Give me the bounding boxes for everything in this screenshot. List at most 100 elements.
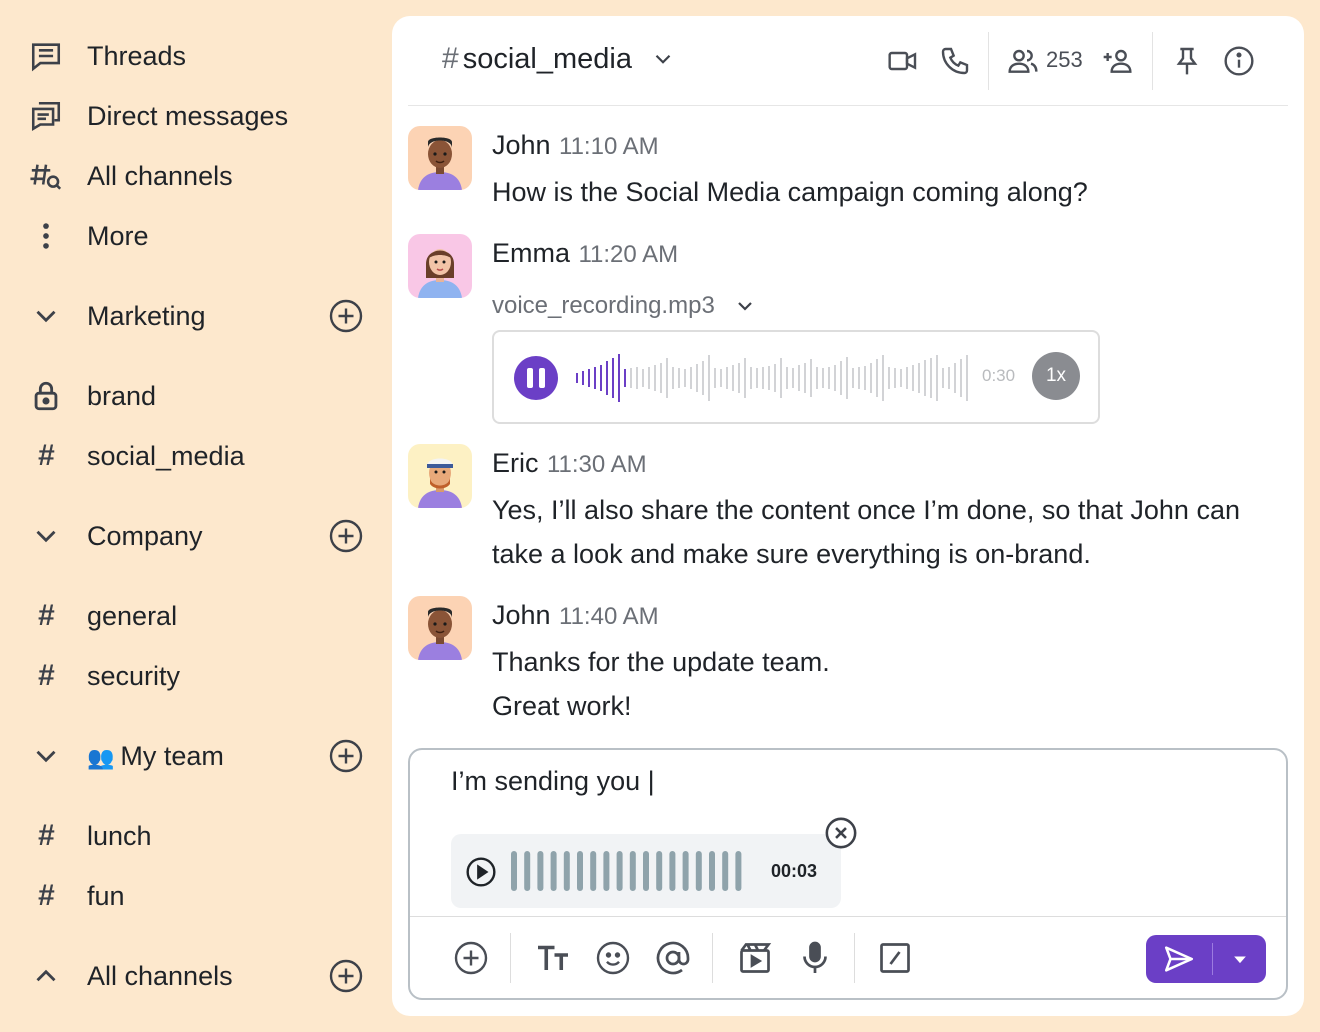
waveform-bar: [669, 851, 676, 891]
waveform-bar: [603, 851, 610, 891]
waveform-bar: [616, 851, 623, 891]
waveform-bar: [594, 367, 596, 389]
add-member-icon[interactable]: [1100, 44, 1134, 78]
channel-title[interactable]: # social_media: [442, 42, 676, 76]
sidebar-item-label: All channels: [87, 160, 233, 191]
section-my-team[interactable]: 👥 My team: [28, 736, 368, 776]
waveform-bar: [563, 851, 570, 891]
waveform-bar: [672, 367, 674, 389]
waveform-bar: [678, 368, 680, 388]
author-name[interactable]: John: [492, 600, 551, 630]
composer-input[interactable]: I’m sending you |: [451, 766, 655, 797]
channel-label: fun: [87, 880, 125, 911]
timestamp: 11:30 AM: [546, 451, 647, 478]
waveform-bar: [629, 851, 636, 891]
section-company[interactable]: Company: [28, 516, 368, 556]
add-channel-button[interactable]: [328, 738, 364, 774]
slash-command-icon[interactable]: [876, 939, 914, 977]
chevron-down-icon[interactable]: [733, 294, 757, 318]
message: John 11:10 AM How is the Social Media ca…: [408, 126, 1288, 216]
microphone-icon[interactable]: [796, 939, 834, 977]
attachment-name[interactable]: voice_recording.mp3: [492, 292, 757, 320]
waveform-bar: [906, 367, 908, 389]
waveform-bar: [846, 357, 848, 399]
members-icon[interactable]: [1006, 44, 1040, 78]
waveform-bar: [524, 851, 531, 891]
sidebar-channel-brand[interactable]: brand: [28, 376, 368, 416]
send-options-button[interactable]: [1213, 935, 1266, 983]
waveform-bar: [798, 365, 800, 391]
author-name[interactable]: Emma: [492, 238, 570, 268]
avatar[interactable]: [408, 444, 472, 508]
waveform-bar: [954, 363, 956, 393]
sidebar-channel-lunch[interactable]: # lunch: [28, 816, 368, 856]
pin-icon[interactable]: [1170, 44, 1204, 78]
waveform-bar: [966, 355, 968, 401]
hash-icon: #: [37, 819, 55, 852]
remove-attachment-icon[interactable]: [824, 816, 858, 850]
mention-icon[interactable]: [654, 939, 692, 977]
message: John 11:40 AM Thanks for the update team…: [408, 596, 1288, 736]
chevron-down-icon: [655, 54, 671, 64]
sidebar-item-all-channels[interactable]: All channels: [28, 156, 368, 196]
audio-waveform[interactable]: [576, 352, 976, 404]
section-label: Marketing: [87, 300, 206, 331]
message-text: Yes, I’ll also share the content once I’…: [492, 495, 1240, 525]
lock-icon: [28, 378, 64, 414]
avatar[interactable]: [408, 596, 472, 660]
sidebar: Threads Direct messages All channels Mor…: [0, 0, 392, 1032]
sidebar-item-direct-messages[interactable]: Direct messages: [28, 96, 368, 136]
waveform-bar: [858, 367, 860, 389]
avatar[interactable]: [408, 126, 472, 190]
avatar[interactable]: [408, 234, 472, 298]
sidebar-channel-general[interactable]: # general: [28, 596, 368, 636]
add-channel-button[interactable]: [328, 298, 364, 334]
waveform-bar: [768, 366, 770, 390]
section-all-channels[interactable]: All channels: [28, 956, 368, 996]
add-channel-button[interactable]: [328, 958, 364, 994]
sidebar-item-more[interactable]: More: [28, 216, 368, 256]
add-channel-button[interactable]: [328, 518, 364, 554]
sidebar-channel-social-media[interactable]: # social_media: [28, 436, 368, 476]
sidebar-channel-fun[interactable]: # fun: [28, 876, 368, 916]
waveform-bar: [930, 358, 932, 398]
add-icon[interactable]: [452, 939, 490, 977]
chat-panel: # social_media 253 John 11:10 AM How is …: [392, 16, 1304, 1016]
attachment-filename: voice_recording.mp3: [492, 292, 715, 319]
video-call-icon[interactable]: [886, 44, 920, 78]
channel-label: security: [87, 660, 181, 691]
info-icon[interactable]: [1222, 44, 1256, 78]
attachment-waveform: [511, 851, 742, 891]
waveform-bar: [590, 851, 597, 891]
video-clip-icon[interactable]: [736, 939, 774, 977]
message-composer[interactable]: I’m sending you | 00:03: [408, 748, 1288, 1000]
waveform-bar: [756, 368, 758, 388]
section-label: All channels: [87, 960, 233, 991]
waveform-bar: [576, 373, 578, 383]
sidebar-channel-security[interactable]: # security: [28, 656, 368, 696]
sidebar-item-threads[interactable]: Threads: [28, 36, 368, 76]
author-name[interactable]: Eric: [492, 448, 539, 478]
emoji-icon[interactable]: [594, 939, 632, 977]
waveform-bar: [816, 367, 818, 389]
play-icon[interactable]: [465, 856, 497, 888]
message-text: take a look and make sure everything is …: [492, 539, 1091, 569]
text-format-icon[interactable]: [534, 939, 572, 977]
waveform-bar: [774, 364, 776, 392]
section-marketing[interactable]: Marketing: [28, 296, 368, 336]
member-count[interactable]: 253: [1046, 47, 1083, 73]
pause-button[interactable]: [514, 356, 558, 400]
waveform-bar: [648, 367, 650, 389]
waveform-bar: [864, 366, 866, 390]
phone-icon[interactable]: [938, 44, 972, 78]
waveform-bar: [660, 363, 662, 393]
divider: [1152, 32, 1153, 90]
message-header: Emma 11:20 AM: [492, 238, 678, 269]
waveform-bar: [960, 359, 962, 397]
send-button[interactable]: [1146, 935, 1212, 983]
team-emoji: 👥: [87, 744, 115, 770]
section-label: 👥 My team: [87, 741, 224, 772]
waveform-bar: [642, 369, 644, 387]
playback-speed-button[interactable]: 1x: [1032, 352, 1080, 400]
author-name[interactable]: John: [492, 130, 551, 160]
